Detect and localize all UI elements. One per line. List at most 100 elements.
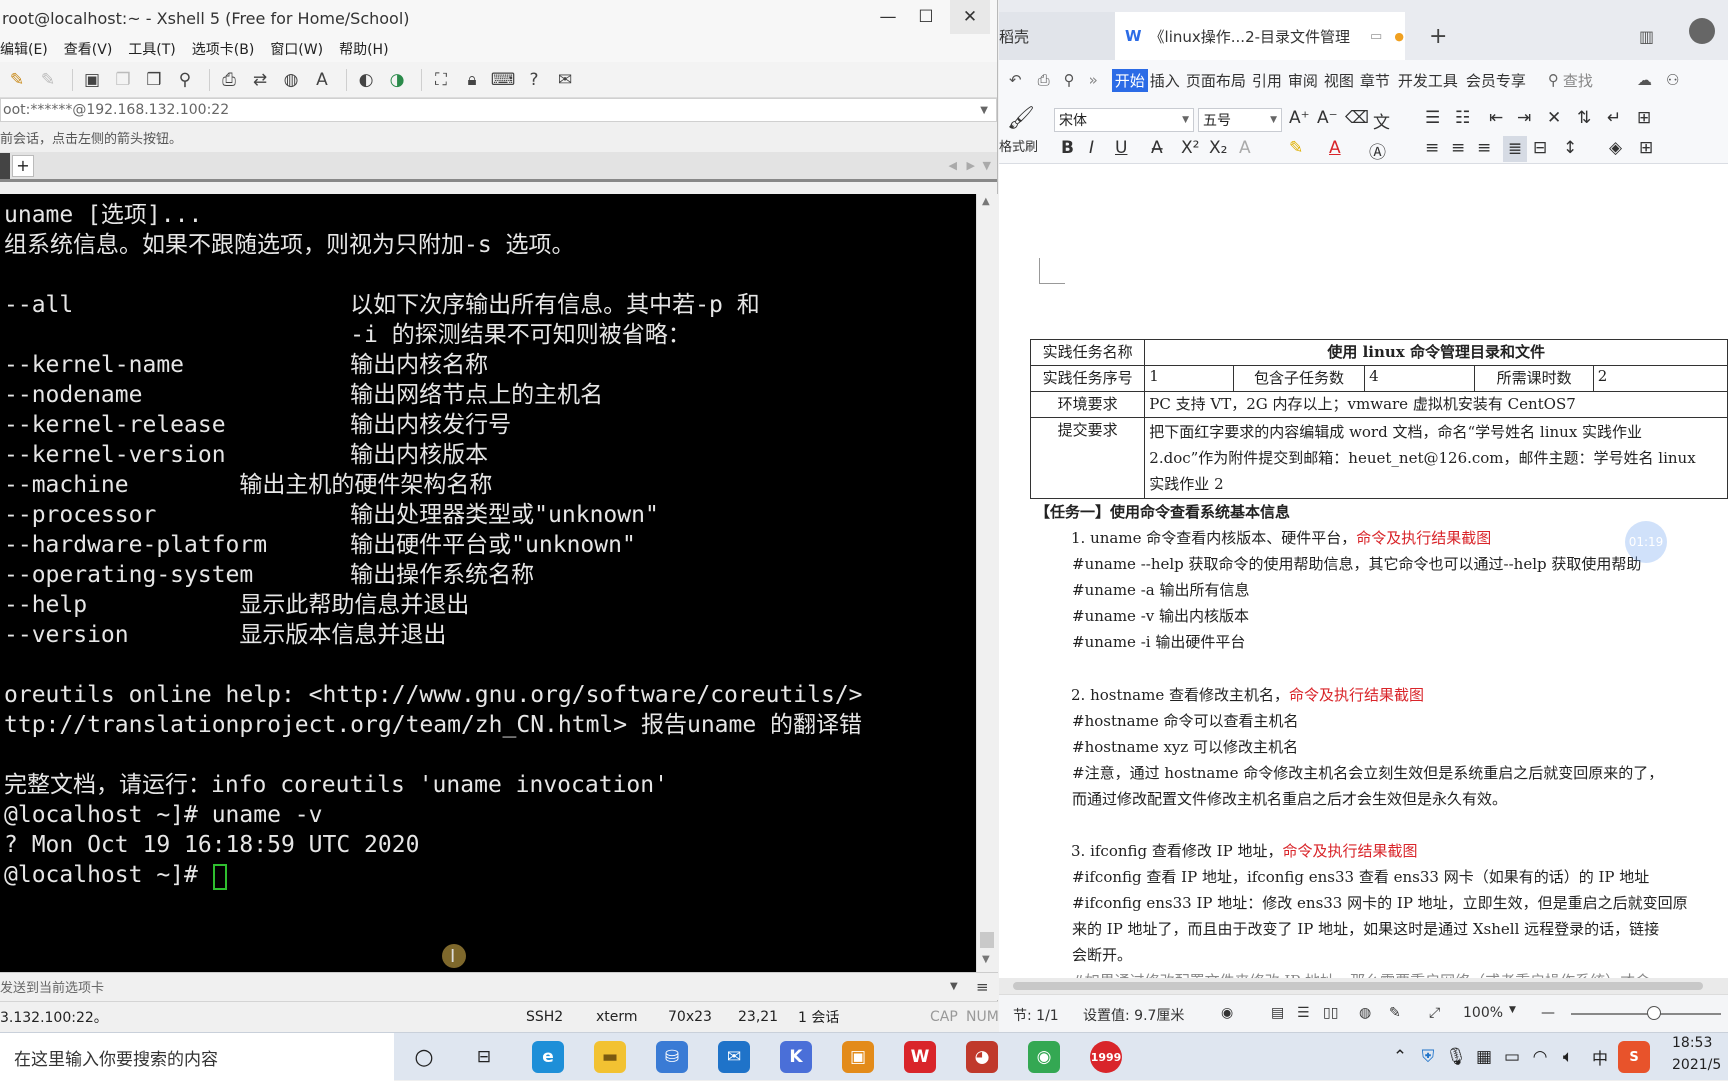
new-session-icon[interactable]: ▣ <box>79 67 105 93</box>
more-icon[interactable]: » <box>1089 71 1098 89</box>
menu-tools[interactable]: 工具(T) <box>128 39 175 59</box>
scroll-thumb[interactable] <box>980 932 994 948</box>
distribute-icon[interactable]: ⊟ <box>1533 138 1547 158</box>
app-k-icon[interactable]: K <box>780 1041 812 1073</box>
store-icon[interactable]: ⛁ <box>656 1041 688 1073</box>
tabs-icon[interactable]: ⊞ <box>1637 108 1651 128</box>
compose-dropdown-icon[interactable]: ▼ <box>950 981 958 992</box>
disconnect-icon[interactable]: ✎ <box>35 67 61 93</box>
recording-timer[interactable]: 01:19 <box>1625 521 1667 563</box>
help-icon[interactable]: ? <box>521 67 547 93</box>
file-explorer-icon[interactable]: ▬ <box>594 1041 626 1073</box>
eye-protect-icon[interactable]: ◉ <box>1221 1005 1233 1021</box>
zoom-slider[interactable] <box>1571 1013 1721 1015</box>
globe-icon[interactable]: ◍ <box>278 67 304 93</box>
format-painter-icon[interactable]: 🖌︎ <box>1007 106 1035 131</box>
zoom-slider-thumb[interactable] <box>1647 1006 1661 1020</box>
chrome-icon[interactable]: ◉ <box>1028 1041 1060 1073</box>
text-effect-icon[interactable]: A <box>1239 138 1251 158</box>
tab-list-icon[interactable]: ▼ <box>983 159 991 172</box>
menu-references[interactable]: 引用 <box>1252 70 1282 91</box>
app-1999-icon[interactable]: 1999 <box>1090 1041 1122 1073</box>
write-mode-icon[interactable]: ✎ <box>1389 1005 1401 1021</box>
line-spacing-icon[interactable]: ↕ <box>1563 138 1577 158</box>
find-icon[interactable]: ⚲ <box>172 67 198 93</box>
outdent-icon[interactable]: ⇤ <box>1489 108 1503 128</box>
table-cell[interactable]: 提交要求 <box>1029 417 1146 499</box>
xftp-taskbar-icon[interactable]: ◕ <box>966 1041 998 1073</box>
align-left-icon[interactable]: ≡ <box>1425 138 1439 158</box>
xftp-icon[interactable]: ◑ <box>384 67 410 93</box>
terminal-scrollbar[interactable]: ▲ ▼ <box>976 194 998 972</box>
mail-icon[interactable]: ✉ <box>718 1041 750 1073</box>
bold-icon[interactable]: B <box>1061 138 1074 158</box>
menu-view[interactable]: 查看(V) <box>64 39 113 59</box>
table-cell[interactable]: 1 <box>1144 365 1234 392</box>
font-name-select[interactable]: 宋体 ▼ <box>1054 108 1194 132</box>
cortana-icon[interactable]: ○ <box>408 1041 440 1073</box>
xshell-title-bar[interactable]: root@localhost:~ - Xshell 5 (Free for Ho… <box>0 0 997 36</box>
superscript-icon[interactable]: X² <box>1181 138 1199 158</box>
table-cell[interactable]: 实践任务名称 <box>1029 339 1146 366</box>
justify-icon[interactable]: ≣ <box>1503 136 1527 162</box>
connect-icon[interactable]: ✎ <box>4 67 30 93</box>
compose-menu-icon[interactable]: ≡ <box>976 978 989 996</box>
terminal-screen[interactable]: uname [选项]... 组系统信息。如果不跟随选项，则视为只附加-s 选项。… <box>0 194 976 972</box>
web-view-icon[interactable]: ◍ <box>1359 1005 1371 1021</box>
scroll-up-icon[interactable]: ▲ <box>982 196 990 207</box>
menu-edit[interactable]: 编辑(E) <box>0 39 48 59</box>
underline-icon[interactable]: U <box>1115 138 1127 158</box>
task-info-table[interactable]: 实践任务名称 使用 linux 命令管理目录和文件 实践任务序号 1 包含子任务… <box>1029 339 1728 499</box>
close-button[interactable]: ✕ <box>950 0 990 34</box>
strikethrough-icon[interactable]: A̶ <box>1151 138 1163 158</box>
address-bar[interactable]: oot:******@192.168.132.100:22 ▼ <box>0 98 997 122</box>
table-cell[interactable]: 环境要求 <box>1029 391 1146 418</box>
reading-view-icon[interactable]: ▯▯ <box>1323 1005 1338 1021</box>
float-icon[interactable]: ▭ <box>1370 29 1382 44</box>
font-size-select[interactable]: 五号 ▼ <box>1198 108 1282 132</box>
grow-font-icon[interactable]: A⁺ <box>1289 108 1310 128</box>
borders-icon[interactable]: ⊞ <box>1639 138 1653 158</box>
hscroll-thumb[interactable] <box>1013 982 1703 990</box>
keyboard-icon[interactable]: ⌨ <box>490 67 516 93</box>
active-session-tab[interactable] <box>0 152 10 179</box>
paste-icon[interactable]: ❒ <box>141 67 167 93</box>
compose-bar[interactable]: 发送到当前选项卡 ▼ ≡ <box>0 972 998 1000</box>
ime-indicator[interactable]: 中 <box>1584 1041 1616 1073</box>
search-icon[interactable]: ⚲ <box>1548 71 1559 89</box>
zoom-out-icon[interactable]: — <box>1541 1005 1555 1021</box>
menu-page-layout[interactable]: 页面布局 <box>1186 70 1246 91</box>
wps-taskbar-icon[interactable]: W <box>904 1041 936 1073</box>
phonetic-icon[interactable]: 文 <box>1373 108 1390 133</box>
task-view-icon[interactable]: ⊟ <box>468 1041 500 1073</box>
clear-format-icon[interactable]: ⌫ <box>1345 108 1369 128</box>
document-area[interactable]: 实践任务名称 使用 linux 命令管理目录和文件 实践任务序号 1 包含子任务… <box>999 164 1728 978</box>
font-color-icon[interactable]: A <box>1329 138 1341 158</box>
chat-icon[interactable]: ✉ <box>552 67 578 93</box>
tray-volume-icon[interactable]: 🔈︎ <box>1552 1041 1584 1073</box>
table-cell[interactable]: 所需课时数 <box>1474 365 1594 392</box>
tab-document[interactable]: W 《linux操作...2-目录文件管理 ▭ ● <box>1115 12 1405 60</box>
undo-icon[interactable]: ↶ <box>1009 71 1022 89</box>
menu-developer[interactable]: 开发工具 <box>1398 70 1458 91</box>
share-icon[interactable]: ⚇ <box>1666 71 1679 89</box>
show-marks-icon[interactable]: ↵ <box>1607 108 1621 128</box>
address-dropdown-icon[interactable]: ▼ <box>980 105 988 116</box>
tab-docer[interactable]: 稻壳 <box>999 12 1115 60</box>
fit-page-icon[interactable]: ⤢ <box>1429 1005 1440 1021</box>
menu-sections[interactable]: 章节 <box>1360 70 1390 91</box>
outline-view-icon[interactable]: ☰ <box>1297 1005 1310 1021</box>
table-cell[interactable]: 2 <box>1592 365 1728 392</box>
copy-icon[interactable]: ❐ <box>110 67 136 93</box>
align-center-icon[interactable]: ≡ <box>1451 138 1465 158</box>
document-page[interactable]: 实践任务名称 使用 linux 命令管理目录和文件 实践任务序号 1 包含子任务… <box>999 164 1728 978</box>
zoom-level[interactable]: 100% <box>1463 1005 1503 1021</box>
table-cell[interactable]: 实践任务序号 <box>1029 365 1146 392</box>
font-icon[interactable]: A <box>309 67 335 93</box>
numbering-icon[interactable]: ☷ <box>1455 108 1470 128</box>
table-cell[interactable]: 把下面红字要求的内容编辑成 word 文档，命名“学号姓名 linux 实践作业… <box>1144 417 1728 499</box>
script-icon[interactable]: ◐ <box>353 67 379 93</box>
italic-icon[interactable]: I <box>1089 138 1094 158</box>
doc-horizontal-scrollbar[interactable] <box>999 978 1728 994</box>
shrink-font-icon[interactable]: A⁻ <box>1317 108 1338 128</box>
